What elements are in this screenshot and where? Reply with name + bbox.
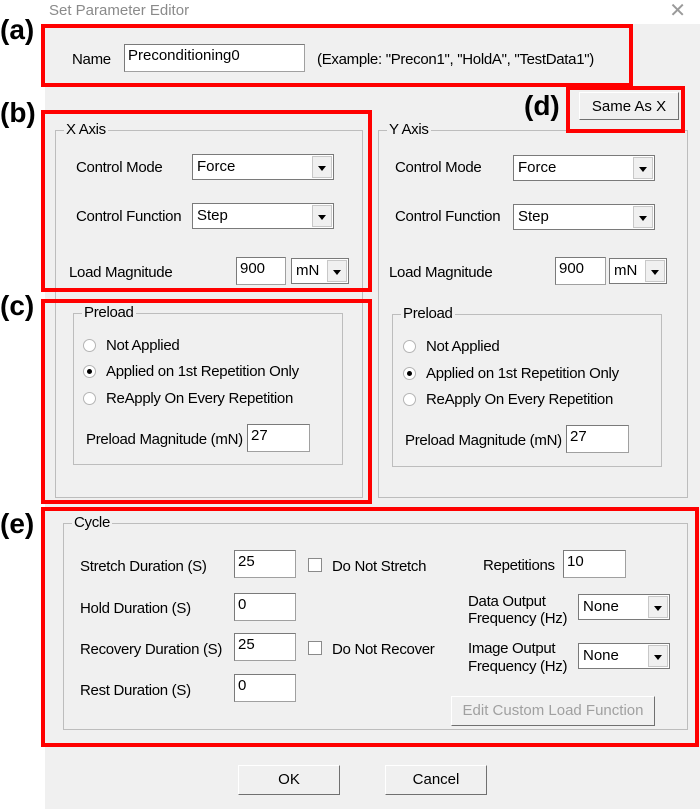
ok-button[interactable]: OK [238, 765, 340, 795]
y-load-unit-value: mN [614, 262, 638, 279]
annotation-box-e [41, 507, 699, 747]
annotation-box-b [41, 110, 372, 292]
chevron-down-icon[interactable] [633, 157, 653, 179]
annotation-box-c [41, 299, 372, 504]
y-preload-title: Preload [401, 305, 455, 322]
y-control-function-select[interactable]: Step [513, 204, 655, 230]
y-preload-option-label: Not Applied [426, 338, 500, 355]
y-preload-option-label: ReApply On Every Repetition [426, 391, 613, 408]
annotation-label-d: (d) [524, 90, 560, 121]
y-control-function-label: Control Function [395, 208, 501, 225]
y-preload-radio-first-rep[interactable] [403, 367, 416, 380]
y-load-magnitude-label: Load Magnitude [389, 264, 493, 281]
y-control-mode-select[interactable]: Force [513, 155, 655, 181]
close-icon[interactable]: ✕ [669, 0, 686, 22]
y-control-mode-label: Control Mode [395, 159, 482, 176]
chevron-down-icon[interactable] [633, 206, 653, 228]
y-load-magnitude-input[interactable]: 900 [555, 257, 606, 285]
cancel-button[interactable]: Cancel [385, 765, 487, 795]
y-control-mode-value: Force [518, 159, 557, 176]
y-control-function-value: Step [518, 208, 549, 225]
chevron-down-icon[interactable] [645, 260, 665, 282]
y-axis-title: Y Axis [387, 121, 431, 138]
annotation-label-e: (e) [0, 508, 35, 539]
y-preload-radio-not-applied[interactable] [403, 340, 416, 353]
annotation-label-c: (c) [0, 290, 35, 321]
annotation-box-d [566, 86, 685, 133]
y-preload-option-label: Applied on 1st Repetition Only [426, 365, 619, 382]
y-preload-radio-every-rep[interactable] [403, 393, 416, 406]
annotation-label-b: (b) [0, 97, 36, 128]
window-title: Set Parameter Editor [49, 2, 190, 19]
annotation-label-a: (a) [0, 14, 35, 45]
y-load-unit-select[interactable]: mN [609, 258, 667, 284]
title-bar: Set Parameter Editor ✕ [45, 0, 700, 24]
annotation-box-a [41, 24, 633, 87]
y-preload-magnitude-input[interactable]: 27 [566, 425, 629, 453]
y-preload-magnitude-label: Preload Magnitude (mN) [405, 432, 562, 449]
